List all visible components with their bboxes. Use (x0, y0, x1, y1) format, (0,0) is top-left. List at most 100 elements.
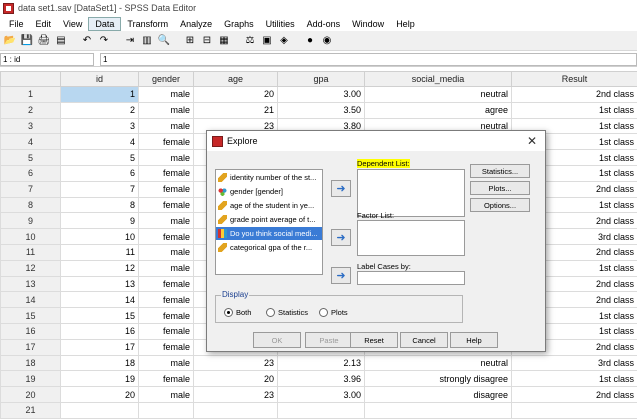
cell-id[interactable]: 18 (61, 355, 139, 371)
cell-id[interactable]: 16 (61, 323, 139, 339)
cell-id[interactable]: 20 (61, 387, 139, 403)
cell-social-media[interactable]: agree (365, 102, 512, 118)
radio-statistics[interactable]: Statistics (266, 308, 308, 317)
use-sets-icon[interactable]: ● (303, 34, 317, 48)
menu-help[interactable]: Help (390, 18, 421, 30)
cell-gender[interactable]: male (139, 355, 194, 371)
dependent-list-box[interactable] (357, 169, 465, 217)
cell-gender[interactable]: male (139, 244, 194, 260)
help-button[interactable]: Help (450, 332, 498, 348)
cell-gpa[interactable]: 2.13 (278, 355, 365, 371)
plots-button[interactable]: Plots... (470, 181, 530, 195)
cell-social-media[interactable]: disagree (365, 387, 512, 403)
cell-social-media[interactable] (365, 402, 512, 418)
row-number[interactable]: 18 (1, 355, 61, 371)
label-cases-box[interactable] (357, 271, 465, 285)
cell-result[interactable]: 1st class (512, 102, 637, 118)
options-button[interactable]: Options... (470, 198, 530, 212)
cell-gender[interactable]: male (139, 118, 194, 134)
cell-gpa[interactable]: 3.00 (278, 87, 365, 103)
cell-gender[interactable]: female (139, 371, 194, 387)
select-cases-icon[interactable]: ▣ (260, 34, 274, 48)
cell-social-media[interactable]: strongly disagree (365, 371, 512, 387)
cell-id[interactable]: 6 (61, 165, 139, 181)
cell-gender[interactable]: female (139, 292, 194, 308)
cell-social-media[interactable]: neutral (365, 87, 512, 103)
cell-gender[interactable]: male (139, 387, 194, 403)
print-icon[interactable]: 🖨 (37, 34, 51, 48)
cell-id[interactable]: 1 (61, 87, 139, 103)
cancel-button[interactable]: Cancel (400, 332, 448, 348)
cell-gender[interactable]: female (139, 229, 194, 245)
cell-gender[interactable]: female (139, 134, 194, 150)
radio-plots[interactable]: Plots (319, 308, 348, 317)
value-labels-icon[interactable]: ◈ (277, 34, 291, 48)
row-number[interactable]: 16 (1, 323, 61, 339)
split-file-icon[interactable]: ▦ (217, 34, 231, 48)
cell-id[interactable]: 5 (61, 150, 139, 166)
save-icon[interactable]: 💾 (20, 34, 34, 48)
variable-list-item[interactable]: Do you think social medi... (216, 227, 322, 240)
redo-icon[interactable]: ↷ (97, 34, 111, 48)
column-header-result[interactable]: Result (512, 72, 637, 87)
row-number[interactable]: 4 (1, 134, 61, 150)
row-number[interactable]: 14 (1, 292, 61, 308)
find-icon[interactable]: 🔍 (157, 34, 171, 48)
open-icon[interactable]: 📂 (3, 34, 17, 48)
weight-cases-icon[interactable]: ⚖ (243, 34, 257, 48)
move-to-dependent-button[interactable]: ➜ (331, 180, 351, 197)
cell-id[interactable]: 19 (61, 371, 139, 387)
cell-id[interactable]: 13 (61, 276, 139, 292)
cell-result[interactable]: 1st class (512, 371, 637, 387)
cell-id[interactable]: 7 (61, 181, 139, 197)
source-variable-list[interactable]: identity number of the st...gender [gend… (215, 169, 323, 275)
row-number[interactable]: 21 (1, 402, 61, 418)
cell-age[interactable]: 20 (194, 87, 278, 103)
cell-id[interactable]: 15 (61, 308, 139, 324)
cell-age[interactable]: 20 (194, 371, 278, 387)
row-number[interactable]: 17 (1, 339, 61, 355)
cell-gender[interactable]: female (139, 276, 194, 292)
column-header-id[interactable]: id (61, 72, 139, 87)
cell-id[interactable]: 11 (61, 244, 139, 260)
menu-edit[interactable]: Edit (30, 18, 58, 30)
ok-button[interactable]: OK (253, 332, 301, 348)
row-number[interactable]: 5 (1, 150, 61, 166)
cell-result[interactable]: 3rd class (512, 355, 637, 371)
menu-file[interactable]: File (3, 18, 30, 30)
column-header-gender[interactable]: gender (139, 72, 194, 87)
cell-id[interactable]: 9 (61, 213, 139, 229)
menu-analyze[interactable]: Analyze (174, 18, 218, 30)
cell-gender[interactable]: male (139, 150, 194, 166)
dialog-recall-icon[interactable]: ▤ (54, 34, 68, 48)
factor-list-box[interactable] (357, 220, 465, 256)
cell-age[interactable]: 23 (194, 355, 278, 371)
cell-id[interactable]: 4 (61, 134, 139, 150)
row-number[interactable]: 10 (1, 229, 61, 245)
move-to-label-cases-button[interactable]: ➜ (331, 267, 351, 284)
undo-icon[interactable]: ↶ (80, 34, 94, 48)
variable-list-item[interactable]: categorical gpa of the r... (216, 241, 322, 254)
row-number[interactable]: 3 (1, 118, 61, 134)
cell-gender[interactable]: female (139, 308, 194, 324)
row-number[interactable]: 13 (1, 276, 61, 292)
row-number[interactable]: 11 (1, 244, 61, 260)
cell-gender[interactable]: female (139, 339, 194, 355)
variables-icon[interactable]: ▥ (140, 34, 154, 48)
cell-gender[interactable]: female (139, 197, 194, 213)
cell-value-editor[interactable]: 1 (100, 53, 637, 66)
row-number[interactable]: 6 (1, 165, 61, 181)
cell-gender[interactable]: female (139, 165, 194, 181)
insert-cases-icon[interactable]: ⊞ (183, 34, 197, 48)
cell-gender[interactable]: male (139, 102, 194, 118)
cell-gpa[interactable]: 3.00 (278, 387, 365, 403)
cell-reference[interactable]: 1 : id (0, 53, 94, 66)
cell-id[interactable]: 10 (61, 229, 139, 245)
cell-age[interactable]: 21 (194, 102, 278, 118)
menu-window[interactable]: Window (346, 18, 390, 30)
cell-id[interactable]: 2 (61, 102, 139, 118)
variable-list-item[interactable]: grade point average of t... (216, 213, 322, 226)
paste-button[interactable]: Paste (305, 332, 353, 348)
cell-id[interactable]: 3 (61, 118, 139, 134)
row-number[interactable]: 20 (1, 387, 61, 403)
